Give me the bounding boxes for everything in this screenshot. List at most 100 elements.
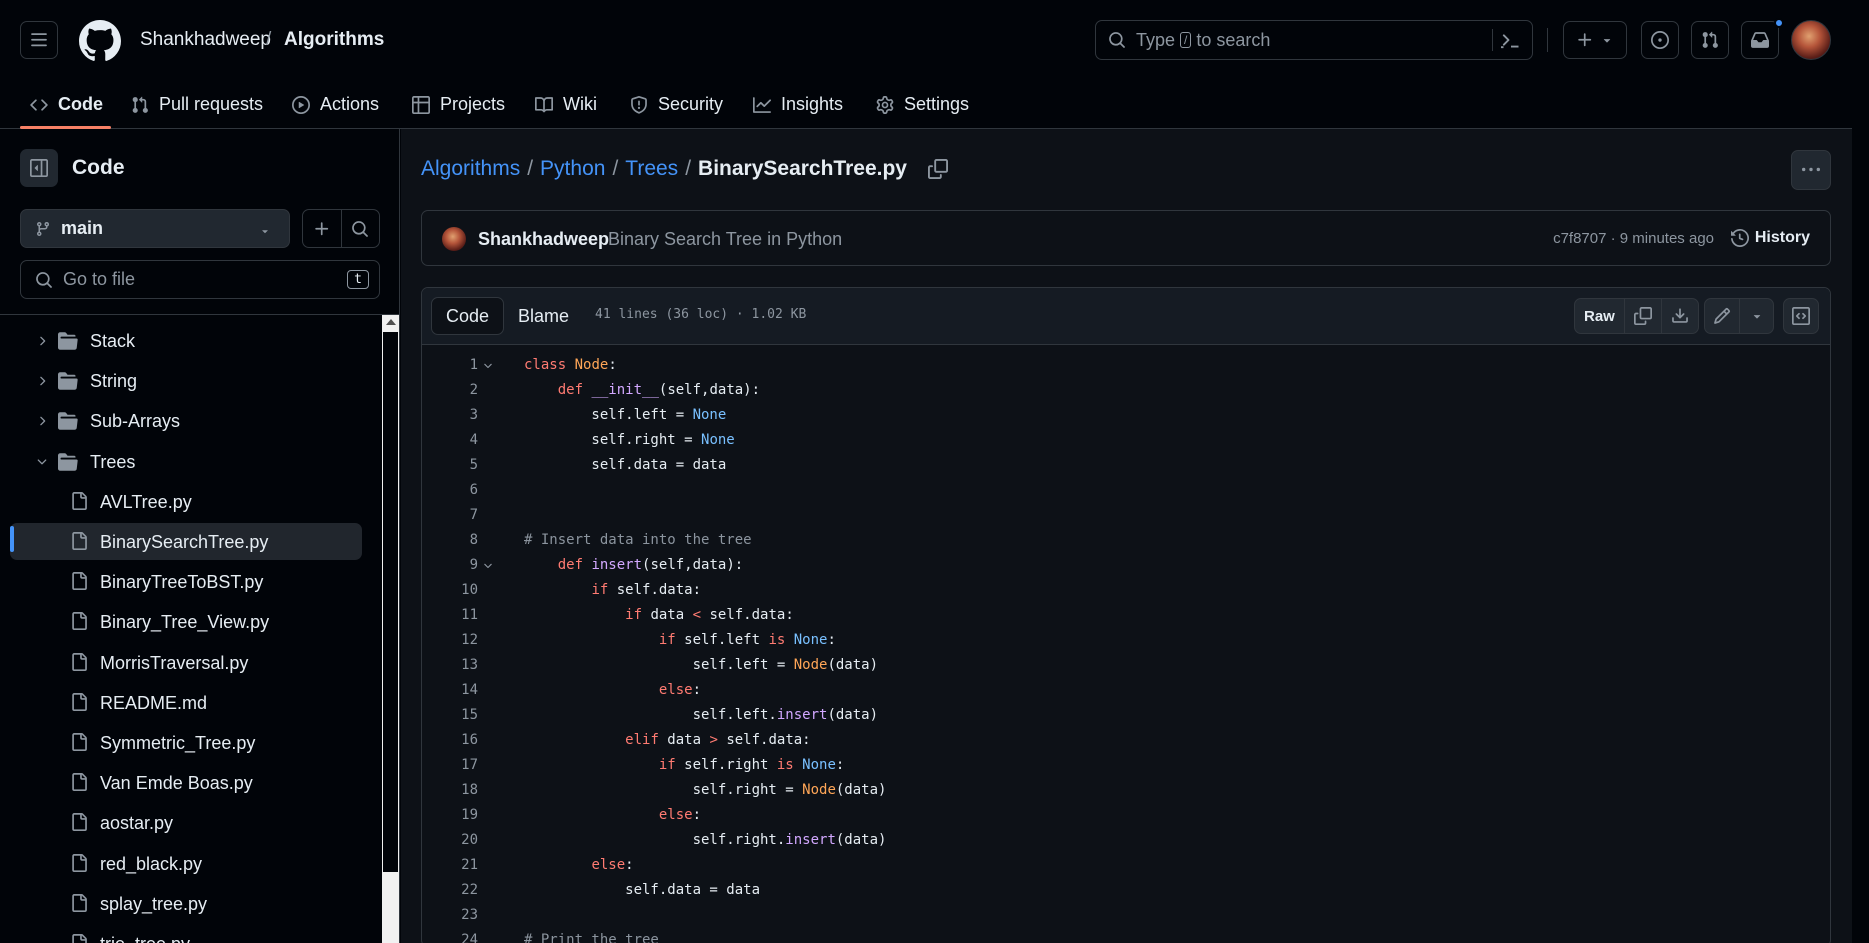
chevron-right-icon[interactable] [35,334,49,348]
create-new-button[interactable] [1563,21,1627,59]
tab-settings[interactable]: Settings [876,80,969,129]
line-number: 1 [469,356,478,373]
folder-icon [58,411,78,431]
blame-view-tab[interactable]: Blame [504,297,583,335]
history-button[interactable]: History [1730,229,1810,247]
sidebar-header: Code [20,149,125,187]
add-file-button[interactable] [303,210,341,247]
tree-folder[interactable]: Trees [10,443,362,480]
tree-file[interactable]: MorrisTraversal.py [10,644,362,681]
code-text: else: [591,856,634,873]
line-number: 12 [461,631,478,648]
inbox-icon [1751,32,1769,48]
breadcrumb-separator: / [685,157,692,180]
chevron-down-icon[interactable] [35,455,49,469]
tab-insights-label: Insights [781,94,844,114]
commit-message[interactable]: Binary Search Tree in Python [608,229,842,250]
code-line: 21 else: [422,852,1830,877]
tab-projects[interactable]: Projects [412,80,505,129]
line-number: 11 [461,606,478,623]
history-label: History [1754,229,1810,246]
commit-author-avatar[interactable] [442,227,466,251]
file-icon [70,853,88,872]
symbols-panel-button[interactable] [1783,298,1819,334]
tab-wiki[interactable]: Wiki [535,80,597,129]
tree-file[interactable]: Symmetric_Tree.py [10,724,362,761]
chevron-right-icon[interactable] [35,374,49,388]
file-icon [70,572,88,591]
code-text: if self.right is None: [658,756,845,773]
tree-file[interactable]: BinarySearchTree.py [10,523,362,560]
tree-item-label: BinarySearchTree.py [100,532,269,552]
repo-name-link[interactable]: Algorithms [284,29,384,51]
chevron-right-icon[interactable] [35,414,49,428]
tree-item-label: Van Emde Boas.py [100,773,253,794]
tree-file[interactable]: red_black.py [10,845,362,882]
breadcrumb-link-python[interactable]: Python [540,157,605,181]
code-view-tab[interactable]: Code [431,297,505,335]
tree-file[interactable]: aostar.py [10,804,362,841]
menu-button[interactable] [20,21,58,59]
tree-file[interactable]: BinaryTreeToBST.py [10,563,362,600]
page-scrollbar-thumb[interactable] [1855,618,1866,943]
tree-folder[interactable]: Sub-Arrays [10,402,362,439]
line-number: 10 [461,581,478,598]
raw-button[interactable]: Raw [1575,299,1624,333]
tab-pull-requests[interactable]: Pull requests [131,80,263,129]
hamburger-icon [31,33,47,47]
collapse-sidebar-button[interactable] [20,149,58,187]
sidebar-scrollbar-thumb[interactable] [383,332,398,872]
file-icon [70,652,88,671]
commit-author[interactable]: Shankhadweep [478,229,609,250]
branch-selector[interactable]: main [20,209,290,248]
pull-requests-button[interactable] [1691,21,1729,59]
line-number: 7 [469,506,478,523]
edit-options-button[interactable] [1739,299,1773,333]
code-text: # Insert data into the tree [524,531,752,548]
tab-insights[interactable]: Insights [753,80,843,129]
tree-file[interactable]: Binary_Tree_View.py [10,603,362,640]
latest-commit-bar: Shankhadweep Binary Search Tree in Pytho… [421,210,1831,266]
github-logo-icon[interactable] [79,20,121,62]
header-row: Shankhadweep / Algorithms Type / to sear… [0,0,1852,80]
tree-item-label: Trees [90,451,136,472]
repo-owner-link[interactable]: Shankhadweep [140,29,271,51]
copy-path-icon[interactable] [927,159,948,179]
tree-file[interactable]: Van Emde Boas.py [10,764,362,801]
search-code-button[interactable] [340,210,380,247]
more-options-button[interactable] [1791,150,1831,190]
tab-code[interactable]: Code [30,80,103,129]
graph-icon [753,96,771,113]
fold-chevron-icon[interactable] [482,560,494,572]
code-line: 1 class Node: [422,352,1830,377]
inbox-button[interactable] [1741,21,1779,59]
breadcrumb-link-trees[interactable]: Trees [625,157,678,181]
copy-raw-button[interactable] [1623,299,1661,333]
page-scrollbar[interactable] [1852,0,1869,943]
edit-button[interactable] [1705,299,1739,333]
fold-chevron-icon[interactable] [482,360,494,372]
code-line: 9 def insert(self,data): [422,552,1830,577]
scroll-up-arrow-icon[interactable] [386,319,396,325]
tab-security[interactable]: Security [630,80,723,129]
tree-file[interactable]: AVLTree.py [10,483,362,520]
table-icon [412,95,430,114]
command-palette-icon[interactable] [1501,30,1521,50]
tree-file[interactable]: trie_tree.py [10,925,362,943]
tree-file[interactable]: README.md [10,684,362,721]
issues-button[interactable] [1641,21,1679,59]
user-avatar[interactable] [1791,20,1831,60]
tree-file[interactable]: splay_tree.py [10,885,362,922]
tree-folder[interactable]: String [10,362,362,399]
folder-icon [58,331,78,351]
commit-hash-time[interactable]: c7f8707 · 9 minutes ago [1553,230,1714,247]
go-to-file-input[interactable]: Go to file t [20,260,380,299]
tree-folder[interactable]: Stack [10,322,362,359]
global-search-input[interactable]: Type / to search [1095,20,1533,60]
file-icon [70,813,88,832]
line-number: 5 [469,456,478,473]
download-button[interactable] [1660,299,1698,333]
breadcrumb-link-repo[interactable]: Algorithms [421,157,520,181]
tab-actions[interactable]: Actions [292,80,379,129]
notification-indicator [1774,18,1784,28]
